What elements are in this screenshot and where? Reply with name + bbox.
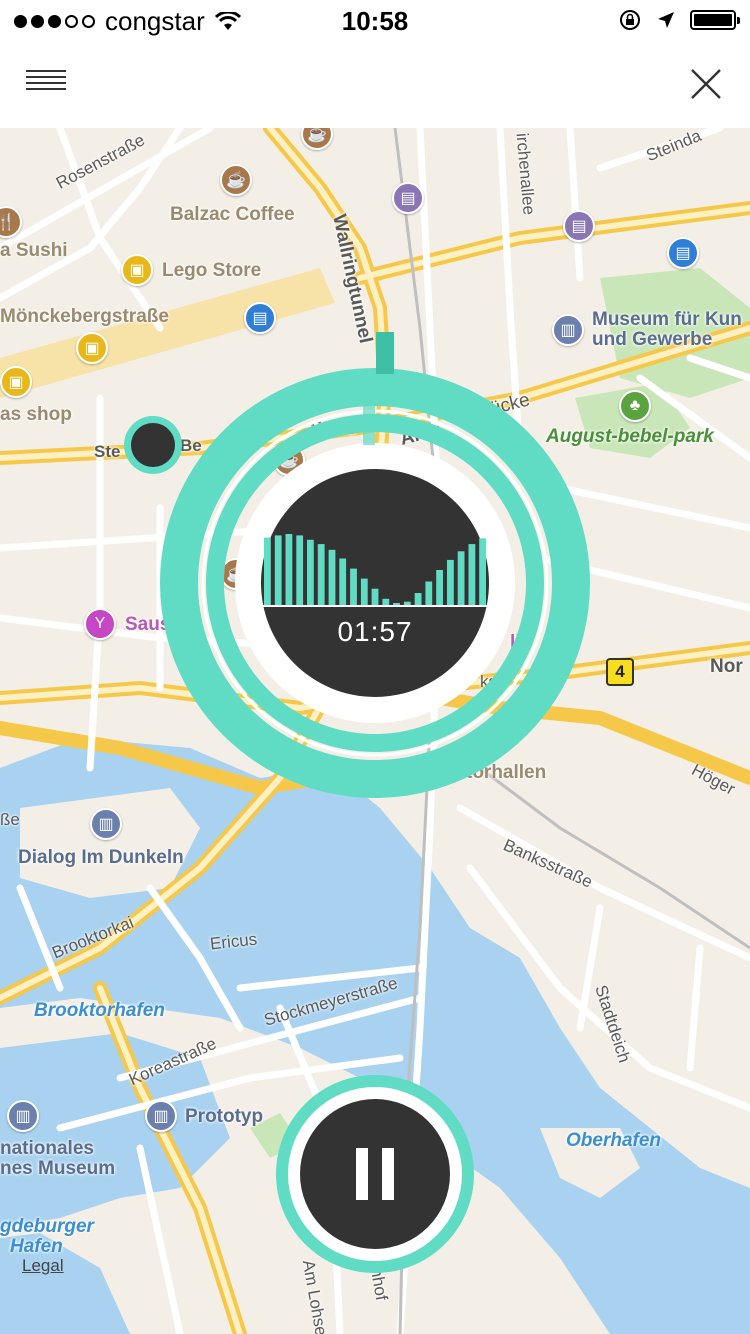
- park-icon[interactable]: ♣: [619, 390, 651, 422]
- poi-label: nationales: [0, 1138, 94, 1159]
- water-label: gdeburger: [0, 1216, 94, 1237]
- rotation-lock-icon: [620, 10, 640, 30]
- waveform-bar: [307, 539, 314, 606]
- poi-label: Balzac Coffee: [170, 204, 295, 225]
- museum-icon[interactable]: ▥: [145, 1100, 177, 1132]
- poi-label: a Sushi: [0, 240, 68, 261]
- street-label: ße: [0, 810, 20, 829]
- waveform-bar: [447, 559, 454, 606]
- location-arrow-icon: [658, 12, 674, 28]
- water-label: Oberhafen: [566, 1130, 662, 1151]
- status-bar: congstar 10:58: [0, 0, 750, 40]
- audio-player-widget[interactable]: 01:57: [160, 332, 590, 798]
- waveform-bar: [317, 544, 325, 606]
- poi-label: Dialog Im Dunkeln: [18, 847, 184, 868]
- shopping-icon[interactable]: ▣: [0, 366, 32, 398]
- pause-icon: [300, 1099, 450, 1249]
- waveform-bar: [285, 534, 293, 606]
- progress-indicator[interactable]: [376, 332, 394, 374]
- bar-icon[interactable]: Y: [84, 608, 116, 640]
- street-label: Nor: [710, 656, 743, 677]
- poi-label: Lego Store: [162, 260, 262, 281]
- bus-stop-icon[interactable]: ▤: [667, 237, 699, 269]
- waveform-bar: [274, 535, 282, 606]
- water-label: Brooktorhafen: [34, 1000, 165, 1021]
- menu-button[interactable]: [20, 62, 72, 102]
- poi-label: und Gewerbe: [592, 329, 713, 350]
- elapsed-time: 01:57: [337, 616, 413, 647]
- close-button[interactable]: [684, 62, 728, 106]
- waveform-bar: [371, 588, 379, 606]
- waveform-bar: [414, 593, 422, 606]
- waveform-bar: [479, 538, 486, 606]
- player-rings: [160, 332, 590, 798]
- hamburger-menu-icon: [26, 70, 66, 90]
- shopping-icon[interactable]: ▣: [121, 254, 153, 286]
- waveform-bar: [436, 570, 443, 606]
- waveform-bar: [350, 568, 357, 606]
- road-number-badge: 4: [606, 658, 634, 686]
- map-view[interactable]: ☕ ☕ 🍴 ▣ ▣ ▣ ▤ ▤ ▤ ▤ ▥ ♣ ☕ ☕ Y ▥ ▥ ▥ 4 Ro…: [0, 128, 750, 1334]
- street-label: Ste: [94, 442, 121, 461]
- pause-button[interactable]: [276, 1075, 474, 1273]
- poi-label: nes Museum: [0, 1158, 116, 1179]
- close-icon: [691, 69, 721, 99]
- poi-label: Museum für Kun: [592, 309, 742, 330]
- waveform-bar: [264, 537, 271, 606]
- waveform-bar: [457, 551, 465, 606]
- status-right: [618, 8, 740, 32]
- waveform-bar: [296, 535, 304, 606]
- water-label: Hafen: [10, 1236, 63, 1257]
- waveform-bar: [425, 581, 433, 606]
- museum-icon[interactable]: ▥: [7, 1100, 39, 1132]
- coffee-icon[interactable]: ☕: [220, 164, 252, 196]
- shopping-icon[interactable]: ▣: [76, 332, 108, 364]
- museum-icon[interactable]: ▥: [552, 314, 584, 346]
- museum-icon[interactable]: ▥: [90, 808, 122, 840]
- train-station-icon[interactable]: ▤: [563, 210, 595, 242]
- waveform-bar: [382, 598, 390, 606]
- waveform-bar: [339, 558, 347, 606]
- waveform-bar: [360, 578, 368, 606]
- train-station-icon[interactable]: ▤: [392, 182, 424, 214]
- poi-label: as shop: [0, 404, 72, 425]
- waveform-bar: [468, 544, 476, 606]
- nav-bar: [0, 40, 750, 128]
- street-label: Mönckebergstraße: [0, 306, 169, 327]
- battery-icon: [690, 10, 740, 30]
- poi-label: Prototyp: [185, 1106, 264, 1127]
- waveform-bar: [328, 549, 336, 606]
- legal-link[interactable]: Legal: [22, 1256, 64, 1276]
- bus-stop-icon[interactable]: ▤: [244, 302, 276, 334]
